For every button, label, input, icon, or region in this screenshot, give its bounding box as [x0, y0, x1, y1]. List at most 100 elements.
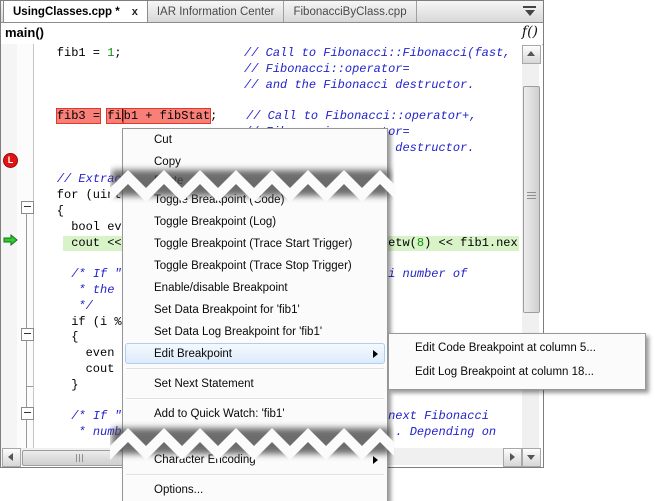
fold-end-tick: [26, 386, 33, 387]
editor-context-menu: Cut Copy Paste Toggle Breakpoint (Code) Togg…: [122, 128, 388, 501]
thumb-grip: [527, 198, 536, 199]
code-line: fib1 = 1; // Call to Fibonacci::Fibonacc…: [1, 46, 522, 62]
comment-segment: /* If ": [71, 267, 122, 282]
scroll-right-button[interactable]: [503, 448, 522, 467]
submenu-arrow-icon: [373, 456, 378, 464]
comment-segment: . Depending on: [395, 425, 497, 440]
thumb-grip: [82, 454, 83, 462]
comment-segment: */: [78, 298, 93, 313]
tab-list-bar: [523, 6, 536, 8]
code-segment: }: [28, 377, 79, 392]
tab-label: IAR Information Center: [156, 5, 275, 18]
code-line: fib3 = fi b1 + fibStat; // Call to Fibona…: [1, 109, 522, 125]
menu-item-label: Cut: [154, 134, 172, 146]
code-segment: ;: [114, 46, 122, 60]
menu-item-set-data-log-breakpoint-for-fib1[interactable]: Set Data Log Breakpoint for 'fib1': [123, 321, 387, 343]
menu-item-toggle-breakpoint-log[interactable]: Toggle Breakpoint (Log): [123, 211, 387, 233]
function-bar: main() f(): [1, 23, 543, 45]
vertical-scrollbar-thumb[interactable]: [523, 86, 540, 313]
scroll-up-button[interactable]: [522, 45, 541, 64]
menu-item-set-next-statement[interactable]: Set Next Statement: [123, 373, 387, 395]
menu-item-label: Edit Breakpoint: [154, 348, 232, 360]
arrow-down-icon: [527, 455, 535, 460]
comment-segment: * the: [78, 282, 122, 297]
arrow-left-icon: [8, 453, 13, 461]
code-segment: {: [28, 330, 79, 345]
chevron-down-icon: [524, 10, 535, 16]
code-segment: if (i %: [28, 314, 122, 329]
editor-tab-bar: UsingClasses.cpp * x IAR Information Cen…: [1, 1, 543, 23]
code-segment: cout: [28, 361, 122, 376]
fold-line: [26, 419, 27, 448]
code-line: // and the Fibonacci destructor.: [1, 78, 522, 94]
code-segment: bool eve: [28, 219, 129, 234]
arrow-up-icon: [527, 51, 535, 56]
tab-close-icon[interactable]: x: [132, 6, 138, 18]
menu-item-label: Add to Quick Watch: 'fib1': [154, 408, 285, 420]
tab-label: FibonacciByClass.cpp: [293, 5, 407, 18]
thumb-grip: [76, 454, 77, 462]
menu-item-label: Set Next Statement: [154, 378, 254, 390]
tab-iar-information-center[interactable]: IAR Information Center: [148, 1, 285, 22]
menu-item-toggle-breakpoint-trace-start-trigger[interactable]: Toggle Breakpoint (Trace Start Trigger): [123, 233, 387, 255]
menu-item-label: Paste: [154, 175, 184, 187]
scroll-left-button[interactable]: [2, 448, 21, 467]
menu-item-edit-log-breakpoint[interactable]: Edit Log Breakpoint at column 18...: [389, 360, 645, 384]
comment-segment: // Call to Fibonacci::Fibonacci(fast,: [244, 46, 511, 60]
tab-fibonaccibyclass[interactable]: FibonacciByClass.cpp: [284, 1, 417, 22]
execution-point-arrow-icon: [3, 234, 18, 246]
breakpoint-margin[interactable]: [1, 44, 18, 466]
thumb-grip: [527, 195, 536, 196]
fold-collapse-box[interactable]: [21, 328, 34, 341]
thumb-grip: [527, 192, 536, 193]
menu-item-label: Toggle Breakpoint (Trace Start Trigger): [154, 238, 353, 250]
menu-item-label: Options...: [154, 484, 204, 496]
code-line: // Fibonacci::operator=: [1, 62, 522, 78]
menu-item-label: Set Data Log Breakpoint for 'fib1': [154, 326, 323, 338]
fold-collapse-box[interactable]: [21, 407, 34, 420]
menu-item-edit-breakpoint[interactable]: Edit Breakpoint: [123, 343, 387, 365]
log-breakpoint-badge[interactable]: L: [3, 153, 18, 168]
menu-item-label: Toggle Breakpoint (Log): [154, 216, 277, 228]
comment-segment: // Call to Fibonacci::operator+,: [246, 109, 477, 124]
screenshot-stage: UsingClasses.cpp * x IAR Information Cen…: [0, 0, 655, 501]
menu-item-options[interactable]: Options...: [123, 479, 387, 501]
comment-segment: next Fibonacci: [388, 409, 489, 424]
menu-item-copy[interactable]: Copy: [123, 151, 387, 173]
breakpoint-highlight-segment: fi: [107, 109, 122, 124]
menu-item-set-data-breakpoint-for-fib1[interactable]: Set Data Breakpoint for 'fib1': [123, 299, 387, 321]
code-segment: cout <<: [28, 235, 129, 250]
code-segment: even: [28, 346, 122, 361]
fold-line: [26, 386, 27, 407]
menu-item-toggle-breakpoint-code[interactable]: Toggle Breakpoint (Code): [123, 189, 387, 211]
menu-item-character-encoding[interactable]: Character Encoding: [123, 449, 387, 471]
menu-item-cut[interactable]: Cut: [123, 129, 387, 151]
menu-item-edit-code-breakpoint[interactable]: Edit Code Breakpoint at column 5...: [389, 336, 645, 360]
fold-line: [26, 213, 27, 328]
menu-item-label: Character Encoding: [154, 454, 256, 466]
menu-item-toggle-breakpoint-trace-stop-trigger[interactable]: Toggle Breakpoint (Trace Stop Trigger): [123, 255, 387, 277]
breakpoint-highlight-segment: fib3 =: [56, 109, 101, 124]
torn-region-placeholder: [123, 425, 387, 449]
tab-list-dropdown-icon[interactable]: [523, 6, 536, 17]
comment-segment: // Fibonacci::operator=: [244, 61, 410, 76]
comment-segment: // and the Fibonacci destructor.: [244, 77, 475, 92]
menu-item-enable-disable-breakpoint[interactable]: Enable/disable Breakpoint: [123, 277, 387, 299]
code-segment: ) << fib1.nex: [424, 235, 518, 250]
menu-item-label: Enable/disable Breakpoint: [154, 282, 288, 294]
function-selector-icon[interactable]: f(): [522, 24, 538, 40]
tab-usingclasses[interactable]: UsingClasses.cpp * x: [3, 1, 148, 22]
scroll-down-button[interactable]: [522, 448, 541, 467]
menu-item-paste[interactable]: Paste: [123, 173, 387, 189]
comment-segment: i number of: [388, 267, 468, 282]
menu-item-add-to-quick-watch-fib1[interactable]: Add to Quick Watch: 'fib1': [123, 403, 387, 425]
fold-collapse-box[interactable]: [21, 201, 34, 214]
current-scope-label: main(): [5, 25, 44, 40]
fold-line: [26, 340, 27, 386]
